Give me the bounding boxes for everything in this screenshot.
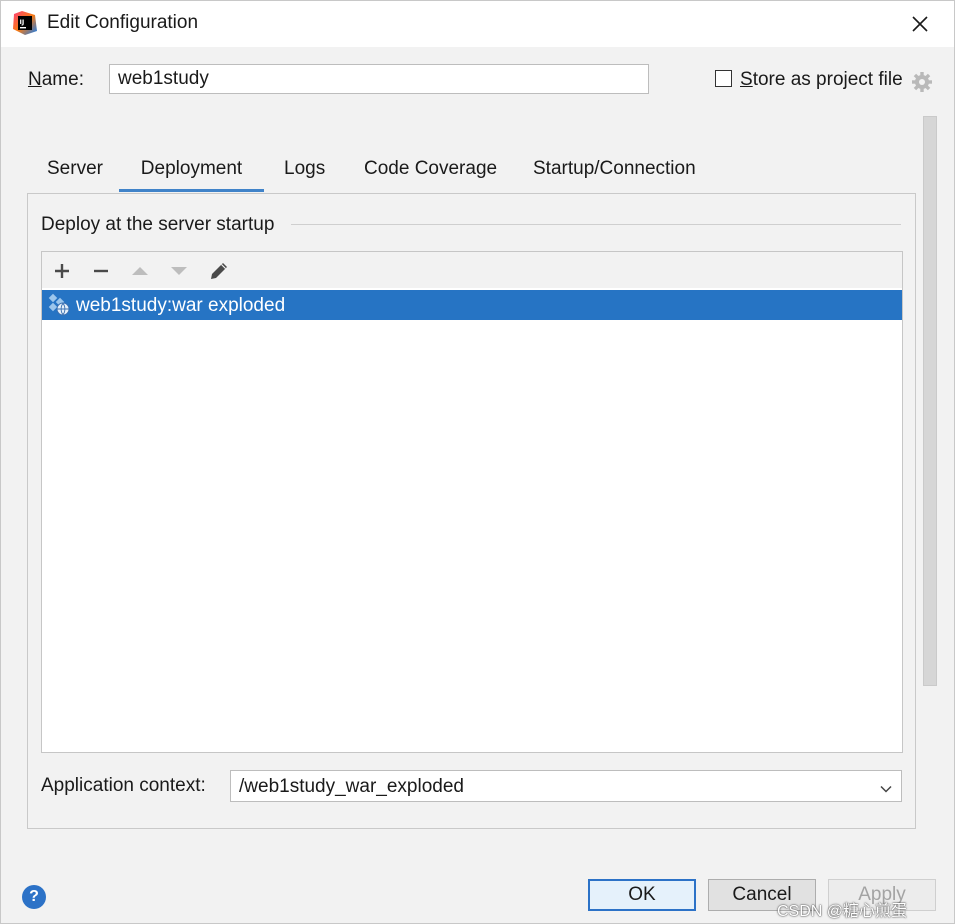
- gear-icon[interactable]: [911, 71, 933, 93]
- name-label: Name:: [28, 69, 84, 90]
- move-down-icon: [171, 267, 187, 275]
- add-button[interactable]: [48, 257, 76, 285]
- chevron-down-icon: [879, 780, 893, 794]
- application-context-value: /web1study_war_exploded: [239, 776, 464, 797]
- edit-button[interactable]: [205, 257, 233, 285]
- name-input[interactable]: [109, 64, 649, 94]
- deployment-artifact-list[interactable]: [41, 251, 903, 753]
- tab-deployment[interactable]: Deployment: [119, 156, 264, 192]
- application-context-label: Application context:: [41, 775, 206, 796]
- store-as-project-file-label[interactable]: Store as project file: [740, 69, 903, 91]
- tab-server[interactable]: Server: [47, 156, 103, 192]
- tab-startup-connection[interactable]: Startup/Connection: [533, 156, 696, 192]
- watermark-text: CSDN @糖心煎蛋: [777, 903, 908, 920]
- war-exploded-artifact-icon: [47, 293, 71, 317]
- move-up-icon: [132, 267, 148, 275]
- group-divider: [291, 224, 901, 225]
- ok-button[interactable]: OK: [588, 879, 696, 911]
- edit-configuration-dialog: IJ Edit Configuration Name: Store as pro…: [0, 0, 955, 924]
- tab-code-coverage[interactable]: Code Coverage: [364, 156, 497, 192]
- add-icon: [55, 264, 69, 278]
- move-up-button[interactable]: [126, 257, 154, 285]
- remove-button[interactable]: [87, 257, 115, 285]
- application-context-select[interactable]: /web1study_war_exploded: [230, 770, 902, 802]
- remove-icon: [94, 269, 108, 273]
- scrollbar[interactable]: [923, 116, 937, 686]
- pencil-icon: [211, 263, 227, 279]
- artifact-label: web1study:war exploded: [76, 295, 286, 316]
- svg-text:IJ: IJ: [20, 18, 25, 26]
- move-down-button[interactable]: [165, 257, 193, 285]
- close-icon: [912, 16, 928, 32]
- help-button[interactable]: ?: [22, 885, 46, 909]
- intellij-logo-icon: IJ: [13, 11, 37, 35]
- store-as-project-file-checkbox[interactable]: [715, 70, 732, 87]
- dialog-title: Edit Configuration: [47, 12, 199, 33]
- list-item-artifact[interactable]: web1study:war exploded: [42, 290, 902, 320]
- title-bar: IJ Edit Configuration: [1, 1, 954, 47]
- close-button[interactable]: [898, 5, 942, 43]
- tab-logs[interactable]: Logs: [284, 156, 325, 192]
- deploy-group-title: Deploy at the server startup: [41, 214, 285, 236]
